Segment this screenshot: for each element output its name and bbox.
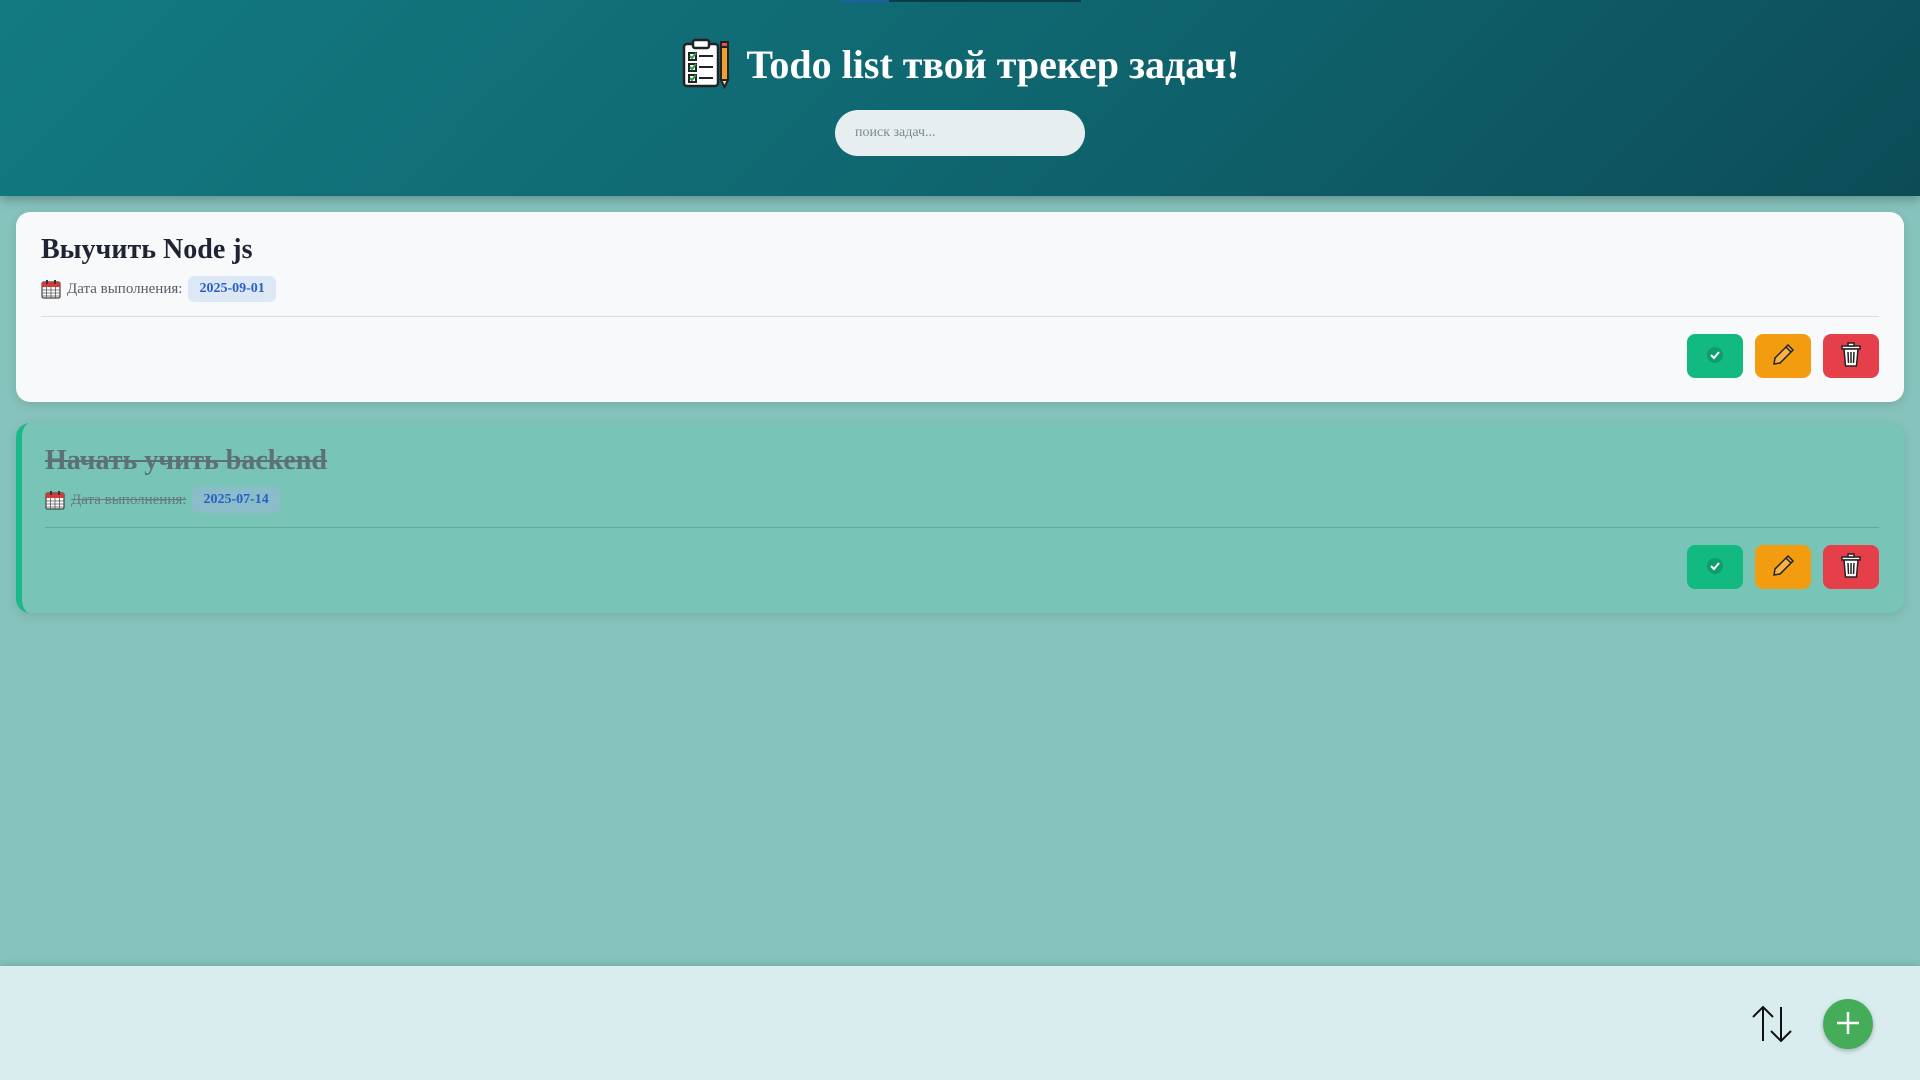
pencil-icon <box>1770 553 1796 582</box>
delete-button[interactable] <box>1823 545 1879 589</box>
date-badge: 2025-07-14 <box>192 487 280 513</box>
task-actions <box>1687 334 1879 378</box>
edit-button[interactable] <box>1755 334 1811 378</box>
calendar-icon <box>41 279 61 299</box>
card-divider <box>45 527 1879 528</box>
date-badge: 2025-09-01 <box>188 276 276 302</box>
card-divider <box>41 316 1879 317</box>
check-icon <box>1705 556 1725 579</box>
pencil-icon <box>1770 342 1796 371</box>
sort-arrows-icon <box>1749 1001 1795 1050</box>
date-label: Дата выполнения: <box>71 491 187 508</box>
complete-button[interactable] <box>1687 545 1743 589</box>
complete-button[interactable] <box>1687 334 1743 378</box>
check-icon <box>1705 345 1725 368</box>
task-actions <box>1687 545 1879 589</box>
task-title: Выучить Node js <box>41 234 253 265</box>
trash-icon <box>1839 341 1863 371</box>
delete-button[interactable] <box>1823 334 1879 378</box>
task-date-row: Дата выполнения: 2025-07-14 <box>45 487 280 513</box>
clipboard-checklist-icon <box>680 38 732 90</box>
task-date-row: Дата выполнения: 2025-09-01 <box>41 276 276 302</box>
trash-icon <box>1839 552 1863 582</box>
calendar-icon <box>45 490 65 510</box>
app-title: Todo list твой трекер задач! <box>746 41 1240 87</box>
plus-icon <box>1834 1009 1862 1040</box>
footer-bar <box>0 966 1920 1080</box>
date-label: Дата выполнения: <box>67 280 183 297</box>
add-task-button[interactable] <box>1823 999 1873 1049</box>
sort-button[interactable] <box>1747 1000 1797 1050</box>
header-tab-strip <box>841 0 1081 2</box>
title-row: Todo list твой трекер задач! <box>0 38 1920 90</box>
search-input[interactable] <box>835 110 1085 156</box>
edit-button[interactable] <box>1755 545 1811 589</box>
task-card: Выучить Node js Дата выполнения: 2025-09… <box>16 212 1904 402</box>
task-card-completed: Начать учить backend Дата выполнения: 20… <box>16 423 1904 613</box>
app-header: Todo list твой трекер задач! <box>0 0 1920 196</box>
task-title: Начать учить backend <box>45 445 327 476</box>
